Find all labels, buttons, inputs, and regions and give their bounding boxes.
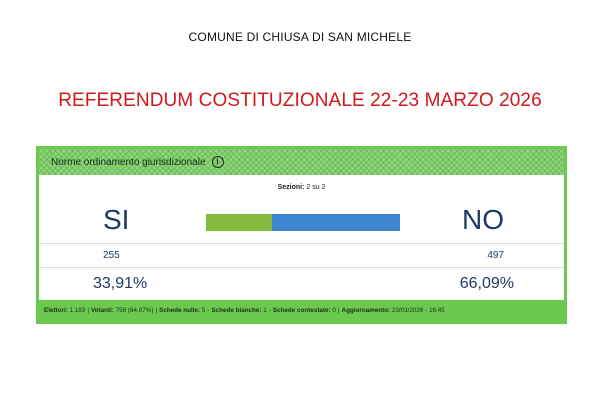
si-percent: 33,91% (93, 275, 148, 292)
sezioni-value: 2 su 2 (306, 184, 326, 191)
info-icon[interactable]: i (211, 156, 224, 168)
separator: | (337, 307, 340, 314)
sezioni-counter: Sezioni: 2 su 2 (39, 184, 564, 191)
aggiornamento-label: Aggiornamento: (341, 307, 391, 314)
nulle-value: 5 (201, 307, 206, 314)
bianche-label: Schede bianche: (211, 307, 262, 314)
separator: | (155, 307, 158, 314)
nulle-label: Schede nulle: (159, 307, 201, 314)
page-title: REFERENDUM COSTITUZIONALE 22-23 MARZO 20… (58, 90, 542, 111)
elettori-value: 1.183 (69, 307, 86, 314)
separator: - (207, 307, 210, 314)
question-title: Norme ordinamento giurisdizionale (51, 156, 206, 168)
bar-si-segment (206, 214, 272, 231)
result-bar (206, 214, 400, 231)
aggiornamento-value: 23/03/2026 - 16:45 (391, 307, 445, 314)
votanti-value: 758 (64,07%) (115, 307, 154, 314)
bar-no-segment (271, 214, 400, 231)
votanti-label: Votanti: (90, 307, 114, 314)
no-percent: 66,09% (459, 275, 514, 292)
card-header: Norme ordinamento giurisdizionale i (39, 149, 564, 175)
separator: - (268, 307, 271, 314)
stats-footer: Elettori: 1.183 | Votanti: 758 (64,07%) … (39, 300, 564, 321)
contestate-label: Schede contestate: (272, 307, 331, 314)
no-votes: 497 (487, 250, 504, 261)
divider (39, 243, 564, 244)
contestate-value: 0 (332, 307, 336, 314)
bianche-value: 1 (263, 307, 267, 314)
separator: | (87, 307, 89, 314)
sezioni-label: Sezioni: (277, 184, 305, 191)
no-label: NO (462, 204, 504, 235)
referendum-result-card: Norme ordinamento giurisdizionale i Sezi… (36, 146, 567, 324)
si-votes: 255 (103, 250, 120, 261)
si-label: SI (103, 204, 130, 235)
divider (39, 267, 564, 268)
elettori-label: Elettori: (44, 307, 68, 314)
comune-name: COMUNE DI CHIUSA DI SAN MICHELE (188, 30, 412, 44)
